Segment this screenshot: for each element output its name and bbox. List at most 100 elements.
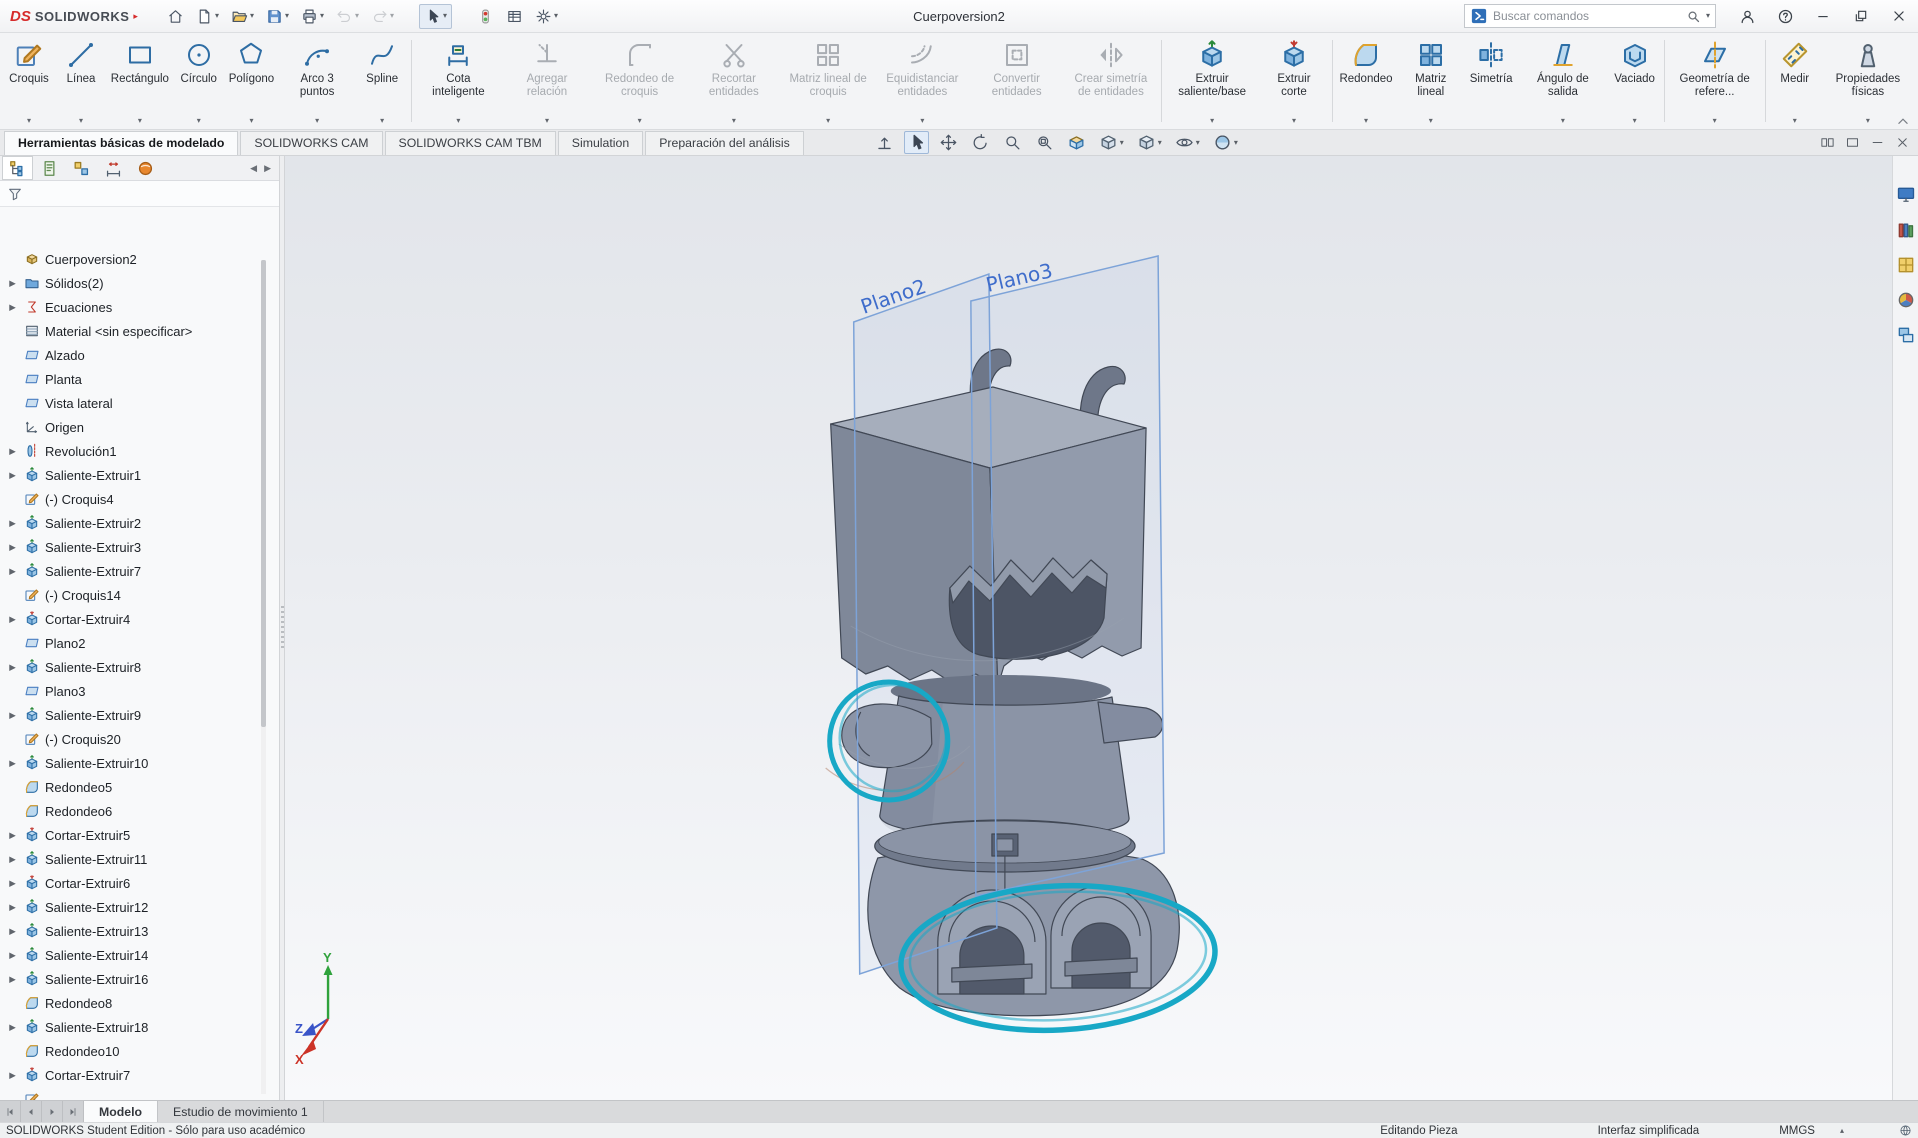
print-button[interactable]: ▾ (296, 4, 329, 29)
section-view-button[interactable] (1064, 131, 1089, 154)
expand-arrow-icon[interactable]: ▶ (6, 542, 19, 553)
dropdown-arrow-icon[interactable]: ▾ (1633, 116, 1637, 126)
tree-item-saliente-extruir2[interactable]: ▶ Saliente-Extruir2 (6, 511, 279, 535)
account-button[interactable] (1728, 0, 1766, 33)
tree-item-partial[interactable] (6, 1087, 279, 1100)
dropdown-arrow-icon[interactable]: ▾ (380, 116, 384, 126)
tree-item-croquis14[interactable]: (-) Croquis14 (6, 583, 279, 607)
tree-filter-row[interactable] (0, 181, 279, 207)
tree-item-alzado[interactable]: Alzado (6, 343, 279, 367)
tree-item-origen[interactable]: Origen (6, 415, 279, 439)
dropdown-arrow-icon[interactable]: ▾ (826, 116, 830, 126)
expand-arrow-icon[interactable]: ▶ (6, 758, 19, 769)
tree-item-saliente-extruir7[interactable]: ▶ Saliente-Extruir7 (6, 559, 279, 583)
scroll-first-button[interactable] (0, 1101, 21, 1122)
expand-arrow-icon[interactable]: ▶ (6, 566, 19, 577)
tree-item-ecuaciones[interactable]: ▶ Ecuaciones (6, 295, 279, 319)
dropdown-arrow-icon[interactable]: ▾ (79, 116, 83, 126)
scroll-next-button[interactable] (42, 1101, 63, 1122)
tree-item-saliente-extruir3[interactable]: ▶ Saliente-Extruir3 (6, 535, 279, 559)
dropdown-arrow-icon[interactable]: ▾ (545, 116, 549, 126)
dropdown-arrow-icon[interactable]: ▾ (1364, 116, 1368, 126)
ribbon-tool-circulo[interactable]: Círculo ▾ (173, 35, 225, 127)
ribbon-tool-angulo-de-salida[interactable]: Ángulo de salida ▾ (1517, 35, 1608, 127)
tree-item-croquis4[interactable]: (-) Croquis4 (6, 487, 279, 511)
search-icon[interactable] (1686, 9, 1701, 24)
ribbon-collapse-icon[interactable] (1896, 116, 1910, 126)
tree-item-cortar-extruir7[interactable]: ▶ Cortar-Extruir7 (6, 1063, 279, 1087)
expand-arrow-icon[interactable]: ▶ (6, 926, 19, 937)
status-units[interactable]: MMGS (1779, 1125, 1815, 1137)
tree-item-plano2[interactable]: Plano2 (6, 631, 279, 655)
panel-tabs-scroll-left-icon[interactable]: ◀ (250, 163, 257, 174)
expand-arrow-icon[interactable]: ▶ (6, 662, 19, 673)
ribbon-tool-geometria-de-refere[interactable]: Geometría de refere... ▾ (1668, 35, 1762, 127)
save-document-button[interactable]: ▾ (261, 4, 294, 29)
expand-arrow-icon[interactable]: ▶ (6, 878, 19, 889)
expand-arrow-icon[interactable]: ▶ (6, 470, 19, 481)
tree-item-croquis20[interactable]: (-) Croquis20 (6, 727, 279, 751)
search-dropdown-icon[interactable]: ▾ (1706, 12, 1710, 20)
dropdown-arrow-icon[interactable]: ▾ (197, 116, 201, 126)
dropdown-arrow-icon[interactable]: ▾ (27, 116, 31, 126)
restore-button[interactable] (1842, 0, 1880, 33)
dropdown-arrow-icon[interactable]: ▾ (1866, 116, 1870, 126)
featuremanager-tab[interactable] (2, 156, 33, 180)
dropdown-arrow-icon[interactable]: ▾ (1158, 138, 1162, 147)
zoom-to-fit-button[interactable] (1000, 131, 1025, 154)
ribbon-tool-spline[interactable]: Spline ▾ (356, 35, 408, 127)
expand-arrow-icon[interactable]: ▶ (6, 278, 19, 289)
tree-item-saliente-extruir1[interactable]: ▶ Saliente-Extruir1 (6, 463, 279, 487)
dropdown-arrow-icon[interactable]: ▾ (320, 12, 324, 20)
dropdown-arrow-icon[interactable]: ▾ (1234, 138, 1238, 147)
expand-arrow-icon[interactable]: ▶ (6, 302, 19, 313)
tree-item-saliente-extruir11[interactable]: ▶ Saliente-Extruir11 (6, 847, 279, 871)
close-button[interactable] (1880, 0, 1918, 33)
solidworks-resources-button[interactable] (1895, 184, 1917, 206)
tree-item-cortar-extruir6[interactable]: ▶ Cortar-Extruir6 (6, 871, 279, 895)
scrollbar-thumb[interactable] (261, 260, 266, 728)
model-arm-left[interactable] (841, 703, 933, 769)
expand-arrow-icon[interactable]: ▶ (6, 518, 19, 529)
ribbon-tool-matriz-lineal[interactable]: Matriz lineal ▾ (1396, 35, 1465, 127)
dropdown-arrow-icon[interactable]: ▾ (1292, 116, 1296, 126)
help-button[interactable] (1766, 0, 1804, 33)
tree-item-cortar-extruir4[interactable]: ▶ Cortar-Extruir4 (6, 607, 279, 631)
view-orientation-button[interactable]: ▾ (1096, 131, 1127, 154)
ribbon-tool-vaciado[interactable]: Vaciado ▾ (1609, 35, 1661, 127)
expand-arrow-icon[interactable]: ▶ (6, 446, 19, 457)
dropdown-arrow-icon[interactable]: ▾ (1120, 138, 1124, 147)
tree-item-saliente-extruir16[interactable]: ▶ Saliente-Extruir16 (6, 967, 279, 991)
viewport-3d[interactable]: Plano2 Plano3 Y Z X (285, 156, 1892, 1100)
new-document-button[interactable]: ▾ (191, 4, 224, 29)
tree-item-saliente-extruir9[interactable]: ▶ Saliente-Extruir9 (6, 703, 279, 727)
tree-item-saliente-extruir14[interactable]: ▶ Saliente-Extruir14 (6, 943, 279, 967)
tab-solidworks-cam[interactable]: SOLIDWORKS CAM (240, 131, 383, 155)
status-expand-icon[interactable]: ▴ (1840, 1126, 1844, 1135)
ribbon-tool-redondeo[interactable]: Redondeo ▾ (1336, 35, 1397, 127)
tab-modelo[interactable]: Modelo (84, 1101, 159, 1122)
options-sheet-button[interactable] (501, 4, 528, 29)
file-explorer-button[interactable] (1895, 254, 1917, 276)
view-settings-button[interactable]: ▾ (1210, 131, 1241, 154)
globe-icon[interactable] (1899, 1124, 1912, 1137)
hide-show-items-button[interactable]: ▾ (1172, 131, 1203, 154)
dropdown-arrow-icon[interactable]: ▾ (1196, 138, 1200, 147)
display-style-button[interactable]: ▾ (1134, 131, 1165, 154)
zoom-to-area-button[interactable] (1032, 131, 1057, 154)
configurationmanager-tab[interactable] (66, 156, 97, 180)
panel-tabs-scroll-right-icon[interactable]: ▶ (264, 163, 271, 174)
dropdown-arrow-icon[interactable]: ▾ (456, 116, 460, 126)
tree-item-redondeo5[interactable]: Redondeo5 (6, 775, 279, 799)
dropdown-arrow-icon[interactable]: ▾ (138, 116, 142, 126)
minimize-commandmanager-button[interactable] (1870, 135, 1885, 150)
ribbon-tool-simetria[interactable]: Simetría (1465, 35, 1517, 127)
tree-item-saliente-extruir8[interactable]: ▶ Saliente-Extruir8 (6, 655, 279, 679)
tree-item-cortar-extruir5[interactable]: ▶ Cortar-Extruir5 (6, 823, 279, 847)
tab-herramientas-basicas-de-modelado[interactable]: Herramientas básicas de modelado (4, 131, 239, 155)
tab-estudio-de-movimiento-1[interactable]: Estudio de movimiento 1 (158, 1101, 324, 1122)
dropdown-arrow-icon[interactable]: ▾ (443, 12, 447, 20)
tree-item-planta[interactable]: Planta (6, 367, 279, 391)
expand-arrow-icon[interactable]: ▶ (6, 830, 19, 841)
custom-properties-button[interactable] (1895, 324, 1917, 346)
